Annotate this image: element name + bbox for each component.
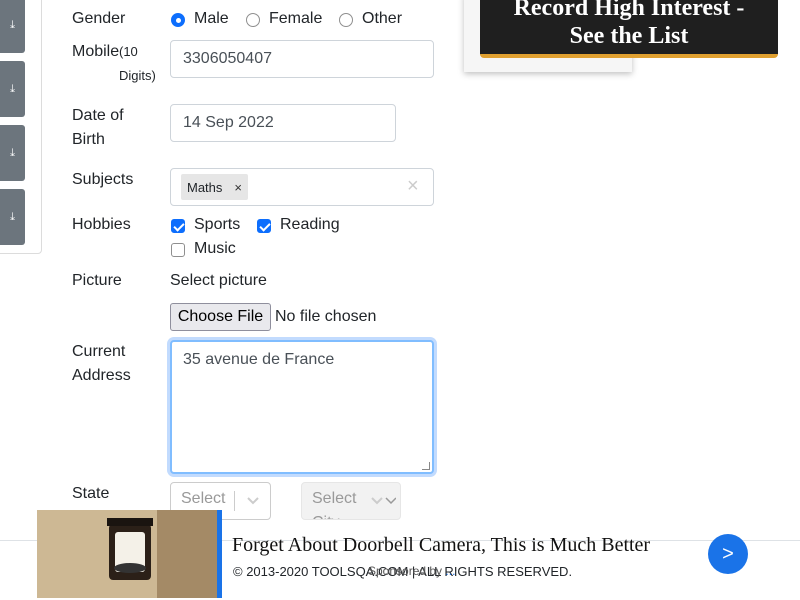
subjects-label: Subjects [72,171,134,188]
subject-chip: Maths × [181,174,248,200]
city-placeholder: Select City [312,490,357,519]
file-status: No file chosen [275,308,377,325]
dob-label-line2: Birth [72,131,105,148]
top-ad-line1: Record High Interest - [513,0,745,21]
subject-chip-label: Maths [187,179,223,195]
address-label-line1: Current [72,343,126,360]
address-textarea[interactable]: 35 avenue de France [170,340,434,474]
hobby-music-checkbox[interactable] [171,243,185,257]
mobile-label: Mobile [72,40,119,64]
download-icon: ⤓ [10,82,15,95]
hobby-reading-checkbox[interactable] [257,219,271,233]
download-icon: ⤓ [10,210,15,223]
gender-other-label[interactable]: Other [362,9,402,29]
download-button-1[interactable]: ⤓ [0,0,25,53]
hobby-sports-checkbox[interactable] [171,219,185,233]
ad-sponsor-prefix: Sponsored by [368,564,443,578]
ad-image[interactable] [37,510,217,598]
resize-handle-icon[interactable] [422,462,430,470]
clear-icon[interactable]: × [407,176,419,196]
dob-input[interactable]: 14 Sep 2022 [170,104,396,142]
choose-file-button[interactable]: Choose File [170,303,271,331]
top-ad-line2: See the List [569,23,689,49]
hobby-music-label[interactable]: Music [194,239,236,259]
download-button-4[interactable]: ⤓ [0,189,25,245]
gender-label: Gender [72,10,126,27]
chevron-down-icon[interactable] [235,483,270,519]
download-button-2[interactable]: ⤓ [0,61,25,117]
ad-sponsor-name[interactable]: ... [445,564,455,578]
download-icon: ⤓ [10,146,15,159]
ad-accent-bar [217,510,222,598]
dob-label-line1: Date of [72,107,124,124]
gender-female-label[interactable]: Female [269,9,322,29]
gender-female-radio[interactable] [246,13,260,27]
hobby-sports-label[interactable]: Sports [194,215,240,235]
mobile-hint: (10 Digits) [119,44,156,83]
address-value: 35 avenue de France [183,351,335,368]
ad-headline[interactable]: Forget About Doorbell Camera, This is Mu… [232,534,650,557]
download-icon: ⤓ [10,18,15,31]
mobile-input[interactable]: 3306050407 [170,40,434,78]
hobby-reading-label[interactable]: Reading [280,215,340,235]
address-label-line2: Address [72,367,131,384]
picture-caption: Select picture [170,272,267,289]
gender-male-label[interactable]: Male [194,9,229,29]
remove-chip-icon[interactable]: × [228,180,248,195]
download-button-3[interactable]: ⤓ [0,125,25,181]
mobile-label-text: Mobile [72,43,120,60]
chevron-down-icon[interactable] [365,483,400,519]
hobbies-label: Hobbies [72,216,131,233]
next-arrow-icon[interactable]: > [708,534,748,574]
gender-male-radio[interactable] [171,13,185,27]
ad-sponsor: Sponsored by ... [368,564,455,578]
picture-label: Picture [72,272,122,289]
state-label: State [72,485,110,502]
city-select[interactable]: Select City [301,482,401,520]
gender-other-radio[interactable] [339,13,353,27]
top-ad-banner[interactable]: Record High Interest - See the List [480,0,778,58]
